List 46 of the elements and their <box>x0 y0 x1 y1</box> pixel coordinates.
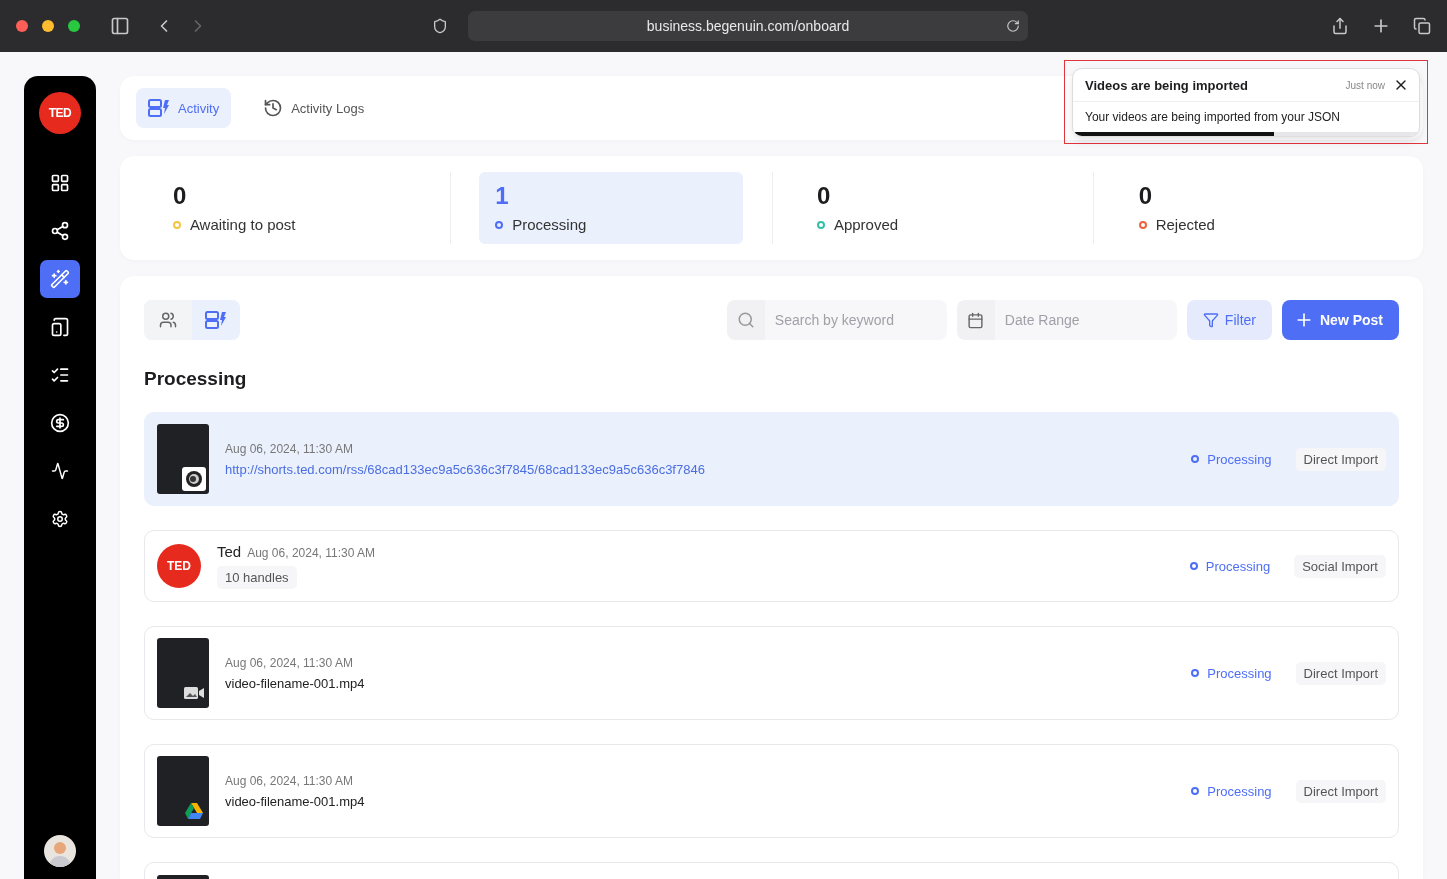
file-name: video-filename-001.mp4 <box>225 675 366 691</box>
source-tag: Direct Import <box>1295 447 1386 471</box>
post-row[interactable]: Aug 06, 2024, 11:30 AM http://shorts.ted.com/rss/68cad133ec9a5c636c3f7845/68cad133ec9a5c636c3f7846 Processing Direct Import <box>144 412 1399 506</box>
search-field[interactable]: Search by keyword <box>764 300 947 340</box>
stat-label: Awaiting to post <box>189 216 296 233</box>
status-label: Processing <box>1207 451 1272 467</box>
handles-count: 10 handles <box>217 566 297 589</box>
status-label: Processing <box>1207 665 1272 681</box>
channel-avatar: TED <box>157 544 201 588</box>
post-row[interactable]: Aug 06, 2024, 11:30 AM video-filename-001.mp4 Processing Direct Import <box>144 626 1399 720</box>
status-label: Processing <box>1205 558 1271 574</box>
post-row[interactable]: Aug 06, 2024, 11:30 AM video-filename-001.mp4 Processing Direct Import <box>144 744 1399 838</box>
toast-title: Videos are being imported <box>1085 77 1250 93</box>
stat-label: Processing <box>512 216 587 233</box>
source-tag: Direct Import <box>1295 661 1386 685</box>
source-tag: Social Import <box>1294 554 1386 578</box>
stat-tile[interactable]: 0 Approved <box>800 172 1065 244</box>
section-title: Processing <box>144 368 248 390</box>
new-post-button[interactable]: New Post <box>1282 300 1399 340</box>
stat-label: Approved <box>833 216 899 233</box>
filter-button[interactable]: Filter <box>1186 300 1272 340</box>
address-bar[interactable]: business.begenuin.com/onboard <box>468 11 1028 41</box>
channel-name: Ted <box>217 543 242 560</box>
stat-tile[interactable]: 1 Processing <box>479 172 744 244</box>
tab[interactable]: Activity Logs <box>251 88 377 128</box>
brand-logo[interactable]: TED <box>39 92 81 134</box>
date-range-field[interactable]: Date Range <box>994 300 1177 340</box>
stat-label: Rejected <box>1155 216 1215 233</box>
post-date: Aug 06, 2024, 11:30 AM <box>225 441 354 456</box>
file-name: video-filename-001.mp4 <box>225 793 366 809</box>
status-label: Processing <box>1207 783 1272 799</box>
post-link[interactable]: http://shorts.ted.com/rss/68cad133ec9a5c636c3f7845/68cad133ec9a5c636c3f7846 <box>225 461 1176 477</box>
stat-tile[interactable]: 0 Rejected <box>1122 172 1387 244</box>
post-date: Aug 06, 2024, 11:30 AM <box>225 773 354 788</box>
stat-count: 1 <box>495 182 510 210</box>
toast-message: Your videos are being imported from your JSON <box>1084 109 1341 126</box>
stat-count: 0 <box>172 182 188 210</box>
post-row[interactable]: TED Ted Aug 06, 2024, 11:30 AM 10 handles Processing Social Import <box>144 530 1399 602</box>
post-date: Aug 06, 2024, 11:30 AM <box>247 546 376 560</box>
stat-tile[interactable]: 0 Awaiting to post <box>156 172 421 244</box>
source-tag: Direct Import <box>1295 779 1386 803</box>
stat-count: 0 <box>1138 182 1153 210</box>
tab[interactable]: Activity <box>136 88 232 128</box>
post-date: Aug 06, 2024, 11:30 AM <box>225 655 354 670</box>
stat-count: 0 <box>816 182 832 210</box>
toast-time: Just now <box>1345 79 1385 91</box>
